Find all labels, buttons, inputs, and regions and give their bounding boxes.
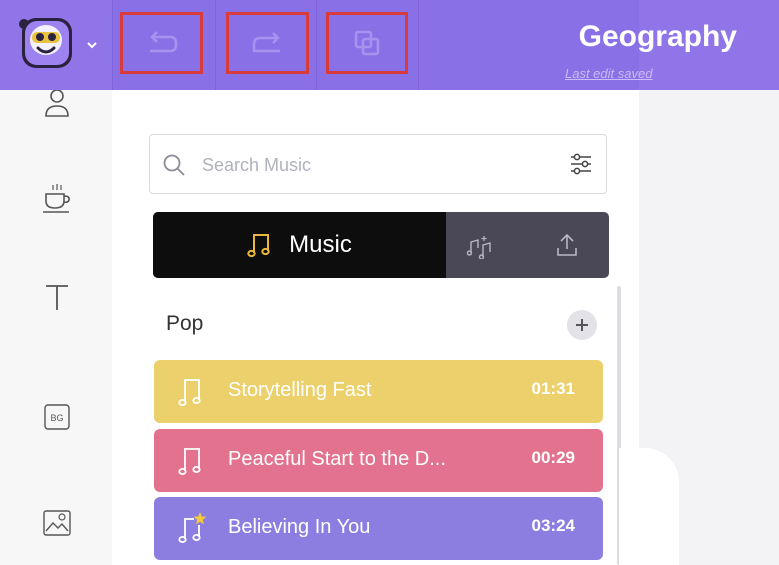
add-category-button[interactable] [567,310,597,340]
search-icon [163,154,185,176]
toolbar-divider [418,0,419,90]
track-duration: 03:24 [531,516,575,535]
bg-icon: BG [44,404,70,430]
canvas-card[interactable] [619,448,679,565]
plus-icon [576,319,588,331]
redo-arrow-icon [252,32,280,53]
track-duration: 00:29 [531,448,575,467]
bg-icon-label: BG [50,413,63,423]
music-note-icon [178,379,201,406]
music-tabs: Music [153,212,609,278]
redo-button[interactable] [226,12,309,74]
track-duration: 01:31 [531,379,575,398]
search-box [149,134,607,194]
sound-effects-icon [466,236,491,259]
tab-music[interactable]: Music [153,212,446,278]
toolbar-divider [215,0,216,90]
premium-music-note-icon [178,512,207,543]
project-title[interactable]: Geography [579,20,737,54]
music-note-icon [178,448,201,475]
sidebar-item-props[interactable] [36,178,78,220]
sidebar-item-images[interactable] [36,502,78,544]
chevron-down-icon[interactable] [86,40,98,50]
tab-music-label: Music [289,231,352,258]
sidebar-item-backgrounds[interactable]: BG [36,396,78,438]
image-icon [43,510,71,536]
undo-button[interactable] [120,12,203,74]
sidebar-item-characters[interactable] [36,84,78,126]
track-item[interactable]: Peaceful Start to the D... 00:29 [154,429,603,492]
top-bar: Geography Last edit saved [0,0,779,90]
filter-sliders-icon[interactable] [568,151,594,177]
toolbar-divider [112,0,113,90]
track-name: Believing In You [228,516,371,538]
text-T-icon [46,285,68,310]
track-name: Peaceful Start to the D... [228,448,446,470]
duplicate-button[interactable] [326,12,408,74]
tab-upload[interactable] [551,230,583,260]
music-note-icon [247,234,270,258]
track-item[interactable]: Believing In You 03:24 [154,497,603,560]
person-icon [45,90,69,117]
category-heading: Pop [166,312,204,335]
save-status-link[interactable]: Last edit saved [565,66,652,81]
tab-sound-effects[interactable] [463,231,495,261]
coffee-cup-icon [43,184,70,213]
robot-mascot-icon [19,18,97,68]
app-menu-button[interactable] [16,12,97,74]
duplicate-icon [354,30,380,56]
undo-arrow-icon [149,31,177,53]
toolbar-divider [316,0,317,90]
search-input[interactable] [202,145,542,185]
upload-icon [557,233,577,256]
track-item[interactable]: Storytelling Fast 01:31 [154,360,603,423]
track-name: Storytelling Fast [228,379,372,401]
music-panel: Music Pop St [112,90,639,565]
left-sidebar: BG [0,90,112,565]
sidebar-item-text[interactable] [36,276,78,318]
